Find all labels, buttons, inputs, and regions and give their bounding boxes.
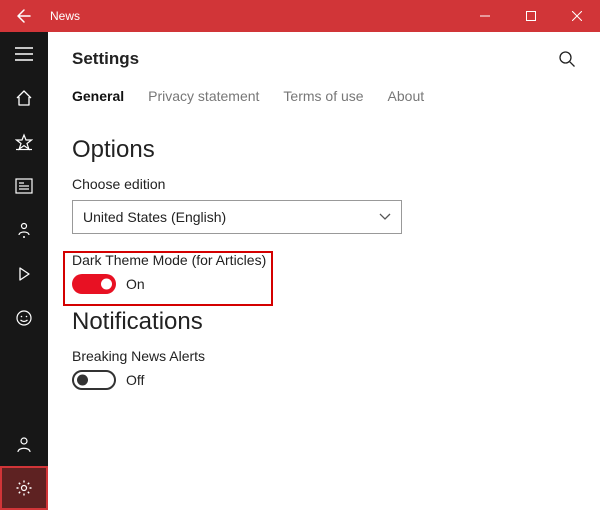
maximize-icon <box>526 11 536 21</box>
minimize-button[interactable] <box>462 0 508 32</box>
app-title: News <box>50 9 80 23</box>
sidebar-item-settings[interactable] <box>0 466 48 510</box>
edition-select[interactable]: United States (English) <box>72 200 402 234</box>
gear-icon <box>15 479 33 497</box>
dark-theme-label: Dark Theme Mode (for Articles) <box>72 252 576 268</box>
tab-privacy-statement[interactable]: Privacy statement <box>148 88 259 104</box>
edition-select-value: United States (English) <box>83 209 226 225</box>
sidebar <box>0 32 48 510</box>
content-area: Settings General Privacy statement Terms… <box>48 32 600 510</box>
tab-about[interactable]: About <box>388 88 425 104</box>
window-controls <box>462 0 600 32</box>
sidebar-item-local[interactable] <box>0 208 48 252</box>
sidebar-item-video[interactable] <box>0 252 48 296</box>
chevron-down-icon <box>379 213 391 221</box>
settings-tabs: General Privacy statement Terms of use A… <box>48 76 600 114</box>
page-title: Settings <box>72 49 139 69</box>
sidebar-item-sources[interactable] <box>0 164 48 208</box>
breaking-news-toggle[interactable] <box>72 370 116 390</box>
sidebar-hamburger[interactable] <box>0 32 48 76</box>
dark-theme-state: On <box>126 276 145 292</box>
dark-theme-toggle[interactable] <box>72 274 116 294</box>
news-icon <box>15 178 33 194</box>
breaking-news-label: Breaking News Alerts <box>72 348 576 364</box>
titlebar: News <box>0 0 600 32</box>
tab-terms-of-use[interactable]: Terms of use <box>283 88 363 104</box>
toggle-knob <box>101 279 112 290</box>
smile-icon <box>15 309 33 327</box>
choose-edition-label: Choose edition <box>72 176 576 192</box>
maximize-button[interactable] <box>508 0 554 32</box>
search-icon <box>558 50 576 68</box>
person-icon <box>15 435 33 453</box>
hamburger-icon <box>15 47 33 61</box>
notifications-heading: Notifications <box>72 308 576 336</box>
home-icon <box>15 89 33 107</box>
close-button[interactable] <box>554 0 600 32</box>
sidebar-item-account[interactable] <box>0 422 48 466</box>
close-icon <box>572 11 582 21</box>
toggle-knob <box>77 375 88 386</box>
sidebar-item-interests[interactable] <box>0 120 48 164</box>
play-icon <box>16 266 32 282</box>
tab-general[interactable]: General <box>72 88 124 104</box>
sidebar-item-good-news[interactable] <box>0 296 48 340</box>
back-arrow-icon <box>16 8 32 24</box>
back-button[interactable] <box>0 0 48 32</box>
minimize-icon <box>480 11 490 21</box>
breaking-news-state: Off <box>126 372 144 388</box>
location-person-icon <box>16 221 32 239</box>
options-heading: Options <box>72 136 576 164</box>
search-button[interactable] <box>554 46 580 72</box>
sidebar-item-home[interactable] <box>0 76 48 120</box>
star-icon <box>15 133 33 151</box>
